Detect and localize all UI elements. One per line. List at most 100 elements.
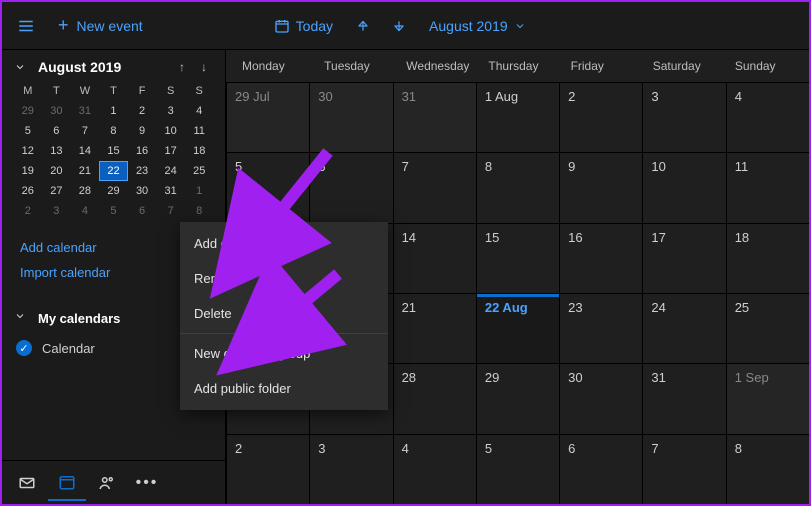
mini-day[interactable]: 11 bbox=[185, 122, 213, 140]
calendar-cell[interactable]: 2 bbox=[226, 434, 309, 504]
calendar-cell[interactable]: 23 bbox=[559, 293, 642, 363]
prev-period-button[interactable] bbox=[347, 10, 379, 42]
mini-day[interactable]: 5 bbox=[14, 122, 42, 140]
calendar-cell[interactable]: 24 bbox=[642, 293, 725, 363]
month-selector[interactable]: August 2019 bbox=[419, 12, 536, 40]
calendar-cell[interactable]: 9 bbox=[559, 152, 642, 222]
calendar-cell[interactable]: 4 bbox=[726, 82, 809, 152]
mini-day[interactable]: 10 bbox=[157, 122, 185, 140]
calendar-cell[interactable]: 6 bbox=[309, 152, 392, 222]
today-button[interactable]: Today bbox=[264, 12, 343, 40]
mini-day[interactable]: 1 bbox=[185, 182, 213, 200]
calendar-cell[interactable]: 28 bbox=[393, 363, 476, 433]
ctx-add-calendar[interactable]: Add calendar bbox=[180, 226, 388, 261]
mini-day[interactable]: 28 bbox=[71, 182, 99, 200]
next-period-button[interactable] bbox=[383, 10, 415, 42]
mini-day[interactable]: 23 bbox=[128, 162, 156, 180]
section-collapse[interactable] bbox=[14, 309, 30, 327]
calendar-cell[interactable]: 4 bbox=[393, 434, 476, 504]
mini-day[interactable]: 14 bbox=[71, 142, 99, 160]
calendar-button[interactable] bbox=[48, 465, 86, 501]
calendar-cell[interactable]: 30 bbox=[559, 363, 642, 433]
mini-day[interactable]: 3 bbox=[43, 202, 71, 220]
calendar-cell[interactable]: 29 bbox=[476, 363, 559, 433]
calendar-cell[interactable]: 15 bbox=[476, 223, 559, 293]
mini-day[interactable]: 6 bbox=[43, 122, 71, 140]
mini-day[interactable]: 6 bbox=[128, 202, 156, 220]
calendar-checkbox-icon[interactable]: ✓ bbox=[16, 340, 32, 356]
mini-day[interactable]: 30 bbox=[128, 182, 156, 200]
mini-day[interactable]: 30 bbox=[43, 102, 71, 120]
calendar-cell[interactable]: 5 bbox=[226, 152, 309, 222]
mini-day[interactable]: 26 bbox=[14, 182, 42, 200]
mini-day[interactable]: 8 bbox=[185, 202, 213, 220]
calendar-cell[interactable]: 10 bbox=[642, 152, 725, 222]
mini-day[interactable]: 29 bbox=[100, 182, 128, 200]
mini-day[interactable]: 31 bbox=[71, 102, 99, 120]
mini-day[interactable]: 21 bbox=[71, 162, 99, 180]
calendar-cell[interactable]: 5 bbox=[476, 434, 559, 504]
calendar-cell[interactable]: 8 bbox=[726, 434, 809, 504]
mini-day[interactable]: 24 bbox=[157, 162, 185, 180]
calendar-cell[interactable]: 31 bbox=[393, 82, 476, 152]
mini-day[interactable]: 4 bbox=[185, 102, 213, 120]
mini-day[interactable]: 19 bbox=[14, 162, 42, 180]
mini-day[interactable]: 20 bbox=[43, 162, 71, 180]
sidebar-import-calendar[interactable]: Import calendar bbox=[20, 265, 207, 280]
mini-day[interactable]: 12 bbox=[14, 142, 42, 160]
mini-day[interactable]: 22 bbox=[100, 162, 128, 180]
sidebar-add-calendar[interactable]: Add calendar bbox=[20, 240, 207, 255]
mini-day[interactable]: 8 bbox=[100, 122, 128, 140]
mini-day[interactable]: 16 bbox=[128, 142, 156, 160]
mini-day[interactable]: 31 bbox=[157, 182, 185, 200]
calendar-cell[interactable]: 22 Aug bbox=[476, 293, 559, 363]
calendar-cell[interactable]: 17 bbox=[642, 223, 725, 293]
mini-day[interactable]: 3 bbox=[157, 102, 185, 120]
calendar-cell[interactable]: 7 bbox=[393, 152, 476, 222]
mini-day[interactable]: 2 bbox=[128, 102, 156, 120]
mini-day[interactable]: 1 bbox=[100, 102, 128, 120]
mini-day[interactable]: 17 bbox=[157, 142, 185, 160]
calendar-cell[interactable]: 29 Jul bbox=[226, 82, 309, 152]
calendar-cell[interactable]: 8 bbox=[476, 152, 559, 222]
calendar-cell[interactable]: 30 bbox=[309, 82, 392, 152]
mini-cal-next[interactable]: ↓ bbox=[195, 58, 213, 76]
ctx-add-public-folder[interactable]: Add public folder bbox=[180, 371, 388, 406]
mini-day[interactable]: 27 bbox=[43, 182, 71, 200]
calendar-cell[interactable]: 3 bbox=[309, 434, 392, 504]
mail-button[interactable] bbox=[8, 465, 46, 501]
calendar-cell[interactable]: 16 bbox=[559, 223, 642, 293]
mini-day[interactable]: 15 bbox=[100, 142, 128, 160]
ctx-delete[interactable]: Delete bbox=[180, 296, 388, 331]
mini-cal-collapse[interactable] bbox=[14, 59, 30, 75]
calendar-cell[interactable]: 11 bbox=[726, 152, 809, 222]
mini-day[interactable]: 2 bbox=[14, 202, 42, 220]
calendar-cell[interactable]: 2 bbox=[559, 82, 642, 152]
calendar-cell[interactable]: 3 bbox=[642, 82, 725, 152]
calendar-cell[interactable]: 1 Sep bbox=[726, 363, 809, 433]
ctx-new-group[interactable]: New calendar group bbox=[180, 336, 388, 371]
calendar-cell[interactable]: 18 bbox=[726, 223, 809, 293]
more-button[interactable]: ••• bbox=[128, 465, 166, 501]
mini-day[interactable]: 13 bbox=[43, 142, 71, 160]
calendar-cell[interactable]: 7 bbox=[642, 434, 725, 504]
mini-day[interactable]: 25 bbox=[185, 162, 213, 180]
calendar-cell[interactable]: 21 bbox=[393, 293, 476, 363]
calendar-cell[interactable]: 1 Aug bbox=[476, 82, 559, 152]
mini-day[interactable]: 7 bbox=[71, 122, 99, 140]
calendar-cell[interactable]: 6 bbox=[559, 434, 642, 504]
mini-day[interactable]: 4 bbox=[71, 202, 99, 220]
ctx-rename[interactable]: Rename bbox=[180, 261, 388, 296]
calendar-cell[interactable]: 31 bbox=[642, 363, 725, 433]
mini-day[interactable]: 7 bbox=[157, 202, 185, 220]
calendar-cell[interactable]: 25 bbox=[726, 293, 809, 363]
mini-day[interactable]: 5 bbox=[100, 202, 128, 220]
mini-cal-prev[interactable]: ↑ bbox=[173, 58, 191, 76]
hamburger-menu[interactable] bbox=[10, 10, 42, 42]
new-event-button[interactable]: + New event bbox=[46, 9, 155, 42]
people-button[interactable] bbox=[88, 465, 126, 501]
mini-day[interactable]: 9 bbox=[128, 122, 156, 140]
mini-day[interactable]: 29 bbox=[14, 102, 42, 120]
calendar-cell[interactable]: 14 bbox=[393, 223, 476, 293]
mini-day[interactable]: 18 bbox=[185, 142, 213, 160]
